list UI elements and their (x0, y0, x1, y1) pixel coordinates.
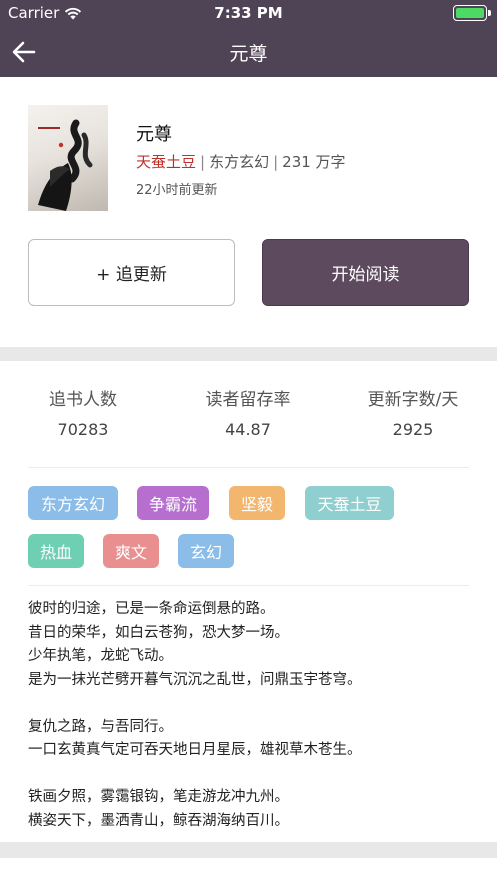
tag-chip[interactable]: 争霸流 (137, 486, 209, 520)
divider-line (28, 467, 469, 468)
tag-chip[interactable]: 东方玄幻 (28, 486, 118, 520)
intro-line: 是为一抹光芒劈开暮气沉沉之乱世，问鼎玉宇苍穹。 (28, 671, 362, 688)
book-cover[interactable] (28, 105, 108, 211)
section-divider (0, 347, 497, 361)
divider-line (28, 585, 469, 586)
stat-value: 44.87 (225, 420, 271, 439)
author-link[interactable]: 天蚕土豆 (136, 153, 196, 171)
app-header: Carrier 7:33 PM 元尊 (0, 0, 497, 77)
cover-art (38, 119, 93, 211)
intro-blank-line (28, 763, 478, 787)
book-meta: 天蚕土豆 | 东方玄幻 | 231 万字 (136, 151, 346, 172)
intro-line: 昔日的荣华，如白云苍狗，恐大梦一场。 (28, 624, 289, 641)
page-title: 元尊 (229, 43, 268, 65)
intro-line: 横姿天下，墨洒青山，鲸吞湖海纳百川。 (28, 812, 289, 829)
intro-line: 铁画夕照，雾霭银钩，笔走游龙冲九州。 (28, 789, 289, 805)
intro-line: 复仇之路，与吾同行。 (28, 718, 173, 735)
section-divider (0, 842, 497, 858)
status-time: 7:33 PM (214, 4, 283, 22)
stat-label: 更新字数/天 (367, 390, 459, 410)
book-info-section: 元尊 天蚕土豆 | 东方玄幻 | 231 万字 22小时前更新 + 追更新 开始阅读 (0, 77, 497, 347)
intro-line: 一口玄黄真气定可吞天地日月星辰，雄视草木苍生。 (28, 742, 362, 758)
intro-line: 彼时的归途，已是一条命运倒悬的路。 (28, 601, 275, 617)
tag-chip[interactable]: 玄幻 (178, 534, 234, 568)
intro-blank-line (28, 692, 478, 716)
start-reading-button[interactable]: 开始阅读 (262, 239, 469, 306)
tag-chip[interactable]: 天蚕土豆 (305, 486, 394, 520)
stats-row: 追书人数 70283 读者留存率 44.87 更新字数/天 2925 (0, 385, 497, 455)
intro-line: 少年执笔，龙蛇飞动。 (28, 648, 173, 664)
word-count: 231 万字 (282, 153, 346, 171)
tag-chip[interactable]: 热血 (28, 534, 84, 568)
stat-retention: 读者留存率 44.87 (168, 385, 328, 439)
stat-label: 追书人数 (49, 390, 117, 410)
tag-chip[interactable]: 坚毅 (229, 486, 285, 520)
tag-chip[interactable]: 爽文 (103, 534, 159, 568)
meta-separator: | (200, 153, 206, 171)
stat-words-per-day: 更新字数/天 2925 (333, 385, 493, 439)
book-intro: 彼时的归途，已是一条命运倒悬的路。 昔日的荣华，如白云苍狗，恐大梦一场。 少年执… (28, 598, 478, 833)
battery-icon (453, 5, 491, 21)
nav-bar: 元尊 (0, 26, 497, 77)
follow-updates-button[interactable]: + 追更新 (28, 239, 235, 306)
status-bar: Carrier 7:33 PM (0, 0, 497, 26)
stat-value: 70283 (57, 420, 109, 439)
stat-followers: 追书人数 70283 (3, 385, 163, 439)
book-title: 元尊 (136, 124, 172, 145)
stat-value: 2925 (392, 420, 434, 439)
meta-separator: | (273, 153, 279, 171)
stat-label: 读者留存率 (205, 390, 291, 410)
book-category: 东方玄幻 (209, 153, 270, 171)
update-time: 22小时前更新 (136, 183, 218, 198)
